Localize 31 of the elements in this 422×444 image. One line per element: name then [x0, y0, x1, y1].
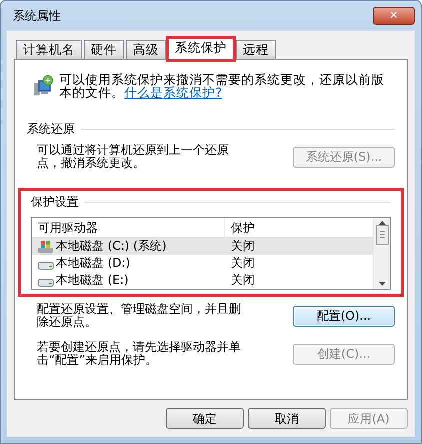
protection-status: 关闭 — [230, 272, 256, 289]
create-description: 若要创建还原点，请先选择驱动器并单击“配置”来启用保护。 — [37, 341, 242, 367]
drive-name: 本地磁盘 (E:) — [56, 272, 129, 289]
tab[interactable]: 计算机名 — [16, 40, 82, 59]
drive-row[interactable]: 本地磁盘 (E:) 关闭 — [32, 272, 373, 289]
help-link[interactable]: 什么是系统保护? — [124, 85, 222, 100]
column-header[interactable]: 可用驱动器 — [32, 218, 225, 237]
configure-button[interactable]: 配置(O)... — [293, 306, 395, 326]
configure-description: 配置还原设置、管理磁盘空间，并且删除还原点。 — [37, 303, 242, 329]
restore-description: 可以通过将计算机还原到上一个还原点，撤消系统更改。 — [37, 144, 230, 170]
drive-row[interactable]: 本地磁盘 (C:) (系统) 关闭 — [32, 238, 373, 255]
section-heading: 系统还原 — [27, 121, 75, 138]
intro-text: 可以使用系统保护来撤消不需要的系统更改，还原以前版本的文件。什么是系统保护? — [60, 73, 386, 99]
dialog-button[interactable]: 确定 — [166, 408, 244, 429]
dialog-button[interactable]: 取消 — [248, 408, 326, 429]
scrollbar[interactable] — [373, 218, 390, 289]
protection-status: 关闭 — [230, 238, 256, 255]
tab[interactable]: 硬件 — [84, 40, 124, 59]
drive-name: 本地磁盘 (D:) — [56, 255, 130, 272]
scroll-thumb-icon[interactable] — [376, 225, 388, 245]
column-header[interactable]: 保护 — [225, 218, 373, 237]
window-title: 系统属性 — [13, 8, 61, 25]
tab[interactable]: 系统保护 — [168, 38, 234, 60]
drive-name: 本地磁盘 (C:) (系统) — [56, 238, 167, 255]
section-heading: 保护设置 — [31, 194, 79, 211]
windows-drive-icon — [38, 240, 54, 254]
drive-row[interactable]: 本地磁盘 (D:) 关闭 — [32, 255, 373, 272]
tab[interactable]: 高级 — [126, 40, 166, 59]
tab[interactable]: 远程 — [236, 40, 276, 59]
protection-status: 关闭 — [230, 255, 256, 272]
scroll-down-icon[interactable] — [378, 282, 386, 286]
